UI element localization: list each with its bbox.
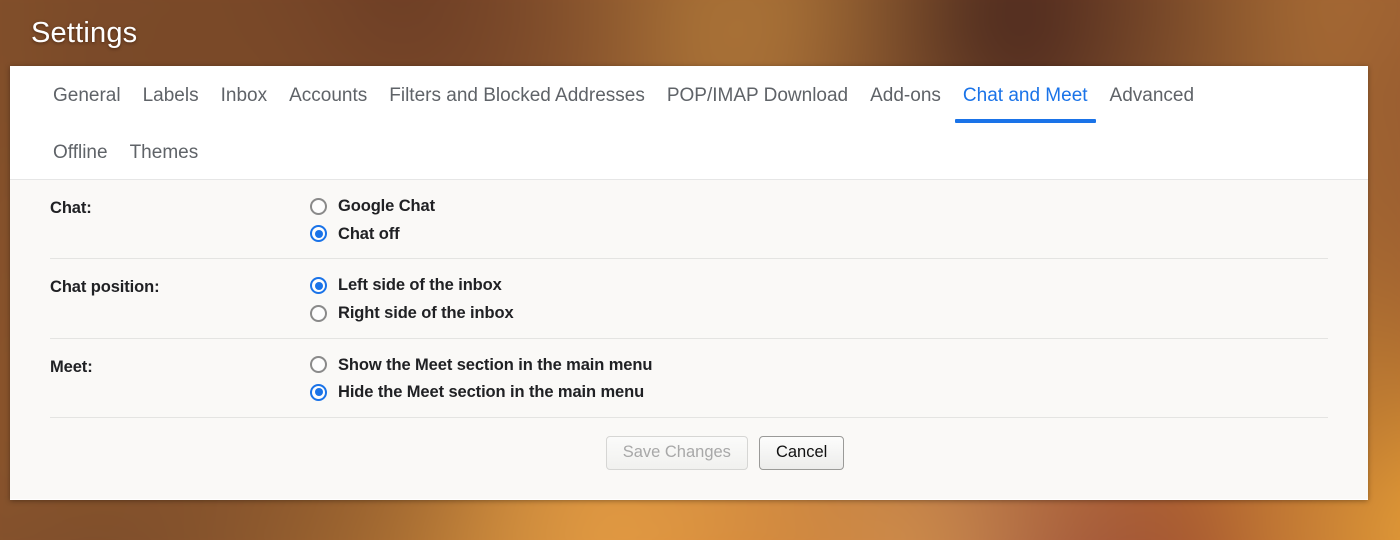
radio-icon-checked[interactable] xyxy=(310,277,327,295)
radio-option-google-chat[interactable]: Google Chat xyxy=(310,196,435,217)
tab-chat-and-meet[interactable]: Chat and Meet xyxy=(952,66,1099,123)
radio-label-google-chat: Google Chat xyxy=(338,197,435,215)
setting-label-meet: Meet: xyxy=(50,357,93,376)
radio-icon-checked[interactable] xyxy=(310,383,327,401)
tab-labels[interactable]: Labels xyxy=(132,66,210,123)
settings-body: Chat: Google Chat Chat off Chat position… xyxy=(10,180,1368,499)
tab-row-primary: General Labels Inbox Accounts Filters an… xyxy=(42,66,1336,123)
page-title: Settings xyxy=(31,17,138,49)
save-changes-button[interactable]: Save Changes xyxy=(605,435,748,470)
settings-tab-bar: General Labels Inbox Accounts Filters an… xyxy=(10,66,1368,180)
radio-option-hide-the-meet-section[interactable]: Hide the Meet section in the main menu xyxy=(310,382,652,403)
radio-icon-unchecked[interactable] xyxy=(310,304,327,322)
setting-label-chat-position: Chat position: xyxy=(50,278,160,297)
tab-general[interactable]: General xyxy=(42,66,132,123)
cancel-button[interactable]: Cancel xyxy=(758,435,845,470)
setting-row-chat-position: Chat position: Left side of the inbox Ri… xyxy=(50,259,1328,339)
tab-pop-imap-download[interactable]: POP/IMAP Download xyxy=(656,66,859,123)
tab-themes[interactable]: Themes xyxy=(119,123,210,180)
setting-label-chat: Chat: xyxy=(50,199,92,217)
setting-row-meet: Meet: Show the Meet section in the main … xyxy=(50,339,1328,418)
setting-row-chat: Chat: Google Chat Chat off xyxy=(50,180,1328,260)
radio-icon-unchecked[interactable] xyxy=(310,356,327,374)
tab-offline[interactable]: Offline xyxy=(42,123,119,180)
radio-label-show-the-meet-section: Show the Meet section in the main menu xyxy=(338,355,653,374)
radio-label-chat-off: Chat off xyxy=(338,224,400,243)
settings-card: General Labels Inbox Accounts Filters an… xyxy=(10,66,1368,500)
radio-label-right-side-of-the-inbox: Right side of the inbox xyxy=(338,303,514,322)
radio-icon-checked[interactable] xyxy=(310,225,327,243)
tab-inbox[interactable]: Inbox xyxy=(210,66,278,123)
radio-option-chat-off[interactable]: Chat off xyxy=(310,224,435,245)
tab-row-secondary: Offline Themes xyxy=(42,123,1336,180)
form-actions: Save Changes Cancel xyxy=(50,418,1328,470)
radio-option-show-the-meet-section[interactable]: Show the Meet section in the main menu xyxy=(310,355,652,376)
tab-filters-and-blocked-addresses[interactable]: Filters and Blocked Addresses xyxy=(378,66,656,123)
radio-option-right-side-of-the-inbox[interactable]: Right side of the inbox xyxy=(310,303,514,324)
radio-group-meet: Show the Meet section in the main menu H… xyxy=(310,355,652,403)
tab-add-ons[interactable]: Add-ons xyxy=(859,66,952,123)
radio-group-chat-position: Left side of the inbox Right side of the… xyxy=(310,275,514,323)
radio-label-hide-the-meet-section: Hide the Meet section in the main menu xyxy=(338,383,645,402)
tab-accounts[interactable]: Accounts xyxy=(278,66,378,123)
tab-advanced[interactable]: Advanced xyxy=(1099,66,1206,123)
radio-group-chat: Google Chat Chat off xyxy=(310,196,435,244)
radio-label-left-side-of-the-inbox: Left side of the inbox xyxy=(338,276,502,295)
radio-option-left-side-of-the-inbox[interactable]: Left side of the inbox xyxy=(310,275,514,296)
radio-icon-unchecked[interactable] xyxy=(310,197,327,215)
